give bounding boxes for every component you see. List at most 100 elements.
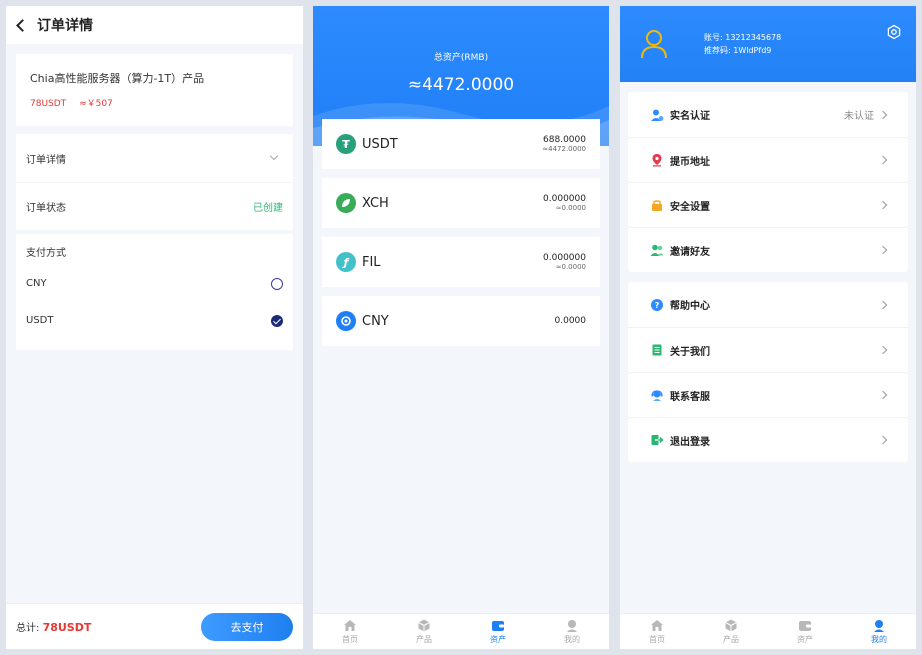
total-assets-value: ≈4472.0000 [407, 75, 515, 95]
lock-icon [650, 198, 664, 212]
asset-row-fil[interactable]: ƒ FIL 0.000000 ≈0.0000 [322, 237, 600, 287]
payment-method-card: 支付方式 CNY USDT [16, 234, 293, 350]
chevron-right-icon [878, 300, 888, 309]
usdt-icon: ₮ [336, 134, 356, 154]
invite-friends-icon [650, 243, 664, 257]
referral-row: 推荐码: 1WldPfd9 [704, 44, 781, 57]
radio-checked-icon[interactable] [271, 314, 283, 327]
account-info: 账号: 13212345678 推荐码: 1WldPfd9 [704, 31, 781, 57]
pay-button[interactable]: 去支付 [201, 612, 293, 641]
asset-amount: 688.0000 [543, 135, 586, 145]
tab-label: 首页 [649, 634, 665, 644]
menu-customer-service[interactable]: 联系客服 [628, 372, 908, 417]
order-info-card: 订单详情 订单状态 已创建 [16, 134, 293, 230]
tab-assets[interactable]: 资产 [768, 614, 842, 649]
pay-option-label: USDT [26, 315, 54, 326]
tab-label: 资产 [797, 634, 813, 644]
order-header: 订单详情 [6, 6, 303, 44]
tab-mine[interactable]: 我的 [842, 614, 916, 649]
menu-label: 退出登录 [670, 436, 710, 448]
asset-amount: 0.0000 [554, 316, 587, 326]
avatar-icon[interactable] [640, 29, 668, 59]
total-assets-label: 总资产(RMB) [433, 53, 489, 63]
home-icon [651, 619, 663, 631]
tab-label: 资产 [490, 634, 506, 644]
tab-products[interactable]: 产品 [694, 614, 768, 649]
cube-icon [725, 619, 737, 631]
bottom-tabbar: 首页 产品 资产 我的 [313, 613, 609, 649]
tab-label: 我的 [564, 634, 580, 644]
product-name: Chia高性能服务器（算力-1T）产品 [30, 72, 205, 85]
tab-products[interactable]: 产品 [387, 614, 461, 649]
gear-icon[interactable] [886, 24, 902, 40]
menu-invite-friends[interactable]: 邀请好友 [628, 227, 908, 272]
price-cny: ≈￥507 [79, 99, 113, 109]
help-icon: ? [650, 298, 664, 312]
chevron-right-icon [878, 155, 888, 165]
menu-security-settings[interactable]: 安全设置 [628, 182, 908, 227]
order-status-label: 订单状态 [26, 203, 66, 214]
menu-label: 安全设置 [670, 201, 710, 213]
referral-label: 推荐码: [704, 46, 731, 55]
menu-help-center[interactable]: ? 帮助中心 [628, 282, 908, 327]
asset-name: USDT [362, 136, 398, 152]
user-verify-icon [650, 108, 664, 122]
menu-about-us[interactable]: 关于我们 [628, 327, 908, 372]
menu-label: 帮助中心 [670, 301, 710, 312]
menu-label: 实名认证 [670, 111, 710, 122]
tab-home[interactable]: 首页 [620, 614, 694, 649]
total-label: 总计: [16, 623, 40, 634]
order-detail-label: 订单详情 [26, 154, 66, 166]
tab-home[interactable]: 首页 [313, 614, 387, 649]
asset-cny-value: ≈0.0000 [555, 204, 586, 212]
logout-icon [650, 433, 664, 447]
home-icon [344, 619, 356, 631]
chevron-right-icon [878, 345, 888, 355]
account-row: 账号: 13212345678 [704, 31, 781, 44]
asset-row-xch[interactable]: XCH 0.000000 ≈0.0000 [322, 178, 600, 228]
asset-amount: 0.000000 [543, 194, 586, 204]
user-icon [567, 619, 577, 632]
wallet-icon [799, 620, 811, 631]
tab-assets[interactable]: 资产 [461, 614, 535, 649]
support-menu-group: ? 帮助中心 关于我们 联系客服 退出登录 [628, 282, 908, 462]
bottom-tabbar: 首页 产品 资产 我的 [620, 613, 916, 649]
referral-code: 1WldPfd9 [733, 46, 772, 55]
tab-mine[interactable]: 我的 [535, 614, 609, 649]
menu-label: 关于我们 [670, 346, 710, 358]
asset-name: FIL [362, 254, 381, 270]
menu-logout[interactable]: 退出登录 [628, 417, 908, 462]
product-price: 78USDT ≈￥507 [30, 96, 279, 109]
status-badge: 已创建 [253, 203, 283, 214]
customer-service-icon [650, 388, 664, 402]
profile-screen: 账号: 13212345678 推荐码: 1WldPfd9 实名认证 未认证 提… [620, 6, 916, 649]
asset-cny-value: ≈4472.0000 [542, 145, 586, 153]
assets-screen: 总资产(RMB) ≈4472.0000 ₮ USDT 688.0000 ≈447… [313, 6, 609, 649]
cny-icon [336, 311, 356, 331]
asset-cny-value: ≈0.0000 [555, 263, 586, 271]
menu-withdraw-address[interactable]: 提币地址 [628, 137, 908, 182]
about-book-icon [650, 343, 664, 357]
radio-unchecked-icon[interactable] [271, 277, 283, 290]
fil-icon: ƒ [336, 252, 356, 272]
account-menu-group: 实名认证 未认证 提币地址 安全设置 邀请好友 [628, 92, 908, 272]
profile-header: 账号: 13212345678 推荐码: 1WldPfd9 [620, 6, 916, 82]
pay-option-usdt[interactable]: USDT [16, 302, 293, 339]
asset-row-usdt[interactable]: ₮ USDT 688.0000 ≈4472.0000 [322, 119, 600, 169]
asset-row-cny[interactable]: CNY 0.0000 [322, 296, 600, 346]
menu-real-name-verify[interactable]: 实名认证 未认证 [628, 92, 908, 137]
order-detail-toggle[interactable]: 订单详情 [16, 134, 293, 182]
asset-name: XCH [362, 195, 389, 211]
asset-amount: 0.000000 [543, 253, 586, 263]
svg-text:?: ? [655, 301, 660, 310]
chevron-right-icon [878, 245, 888, 255]
back-arrow-icon[interactable] [16, 18, 29, 32]
user-icon [874, 619, 884, 632]
chevron-right-icon [878, 110, 888, 119]
pay-option-cny[interactable]: CNY [16, 265, 293, 302]
location-pin-icon [650, 153, 664, 167]
order-status-row: 订单状态 已创建 [16, 182, 293, 230]
menu-label: 提币地址 [670, 156, 710, 168]
chevron-right-icon [878, 390, 888, 400]
page-title: 订单详情 [37, 18, 93, 34]
